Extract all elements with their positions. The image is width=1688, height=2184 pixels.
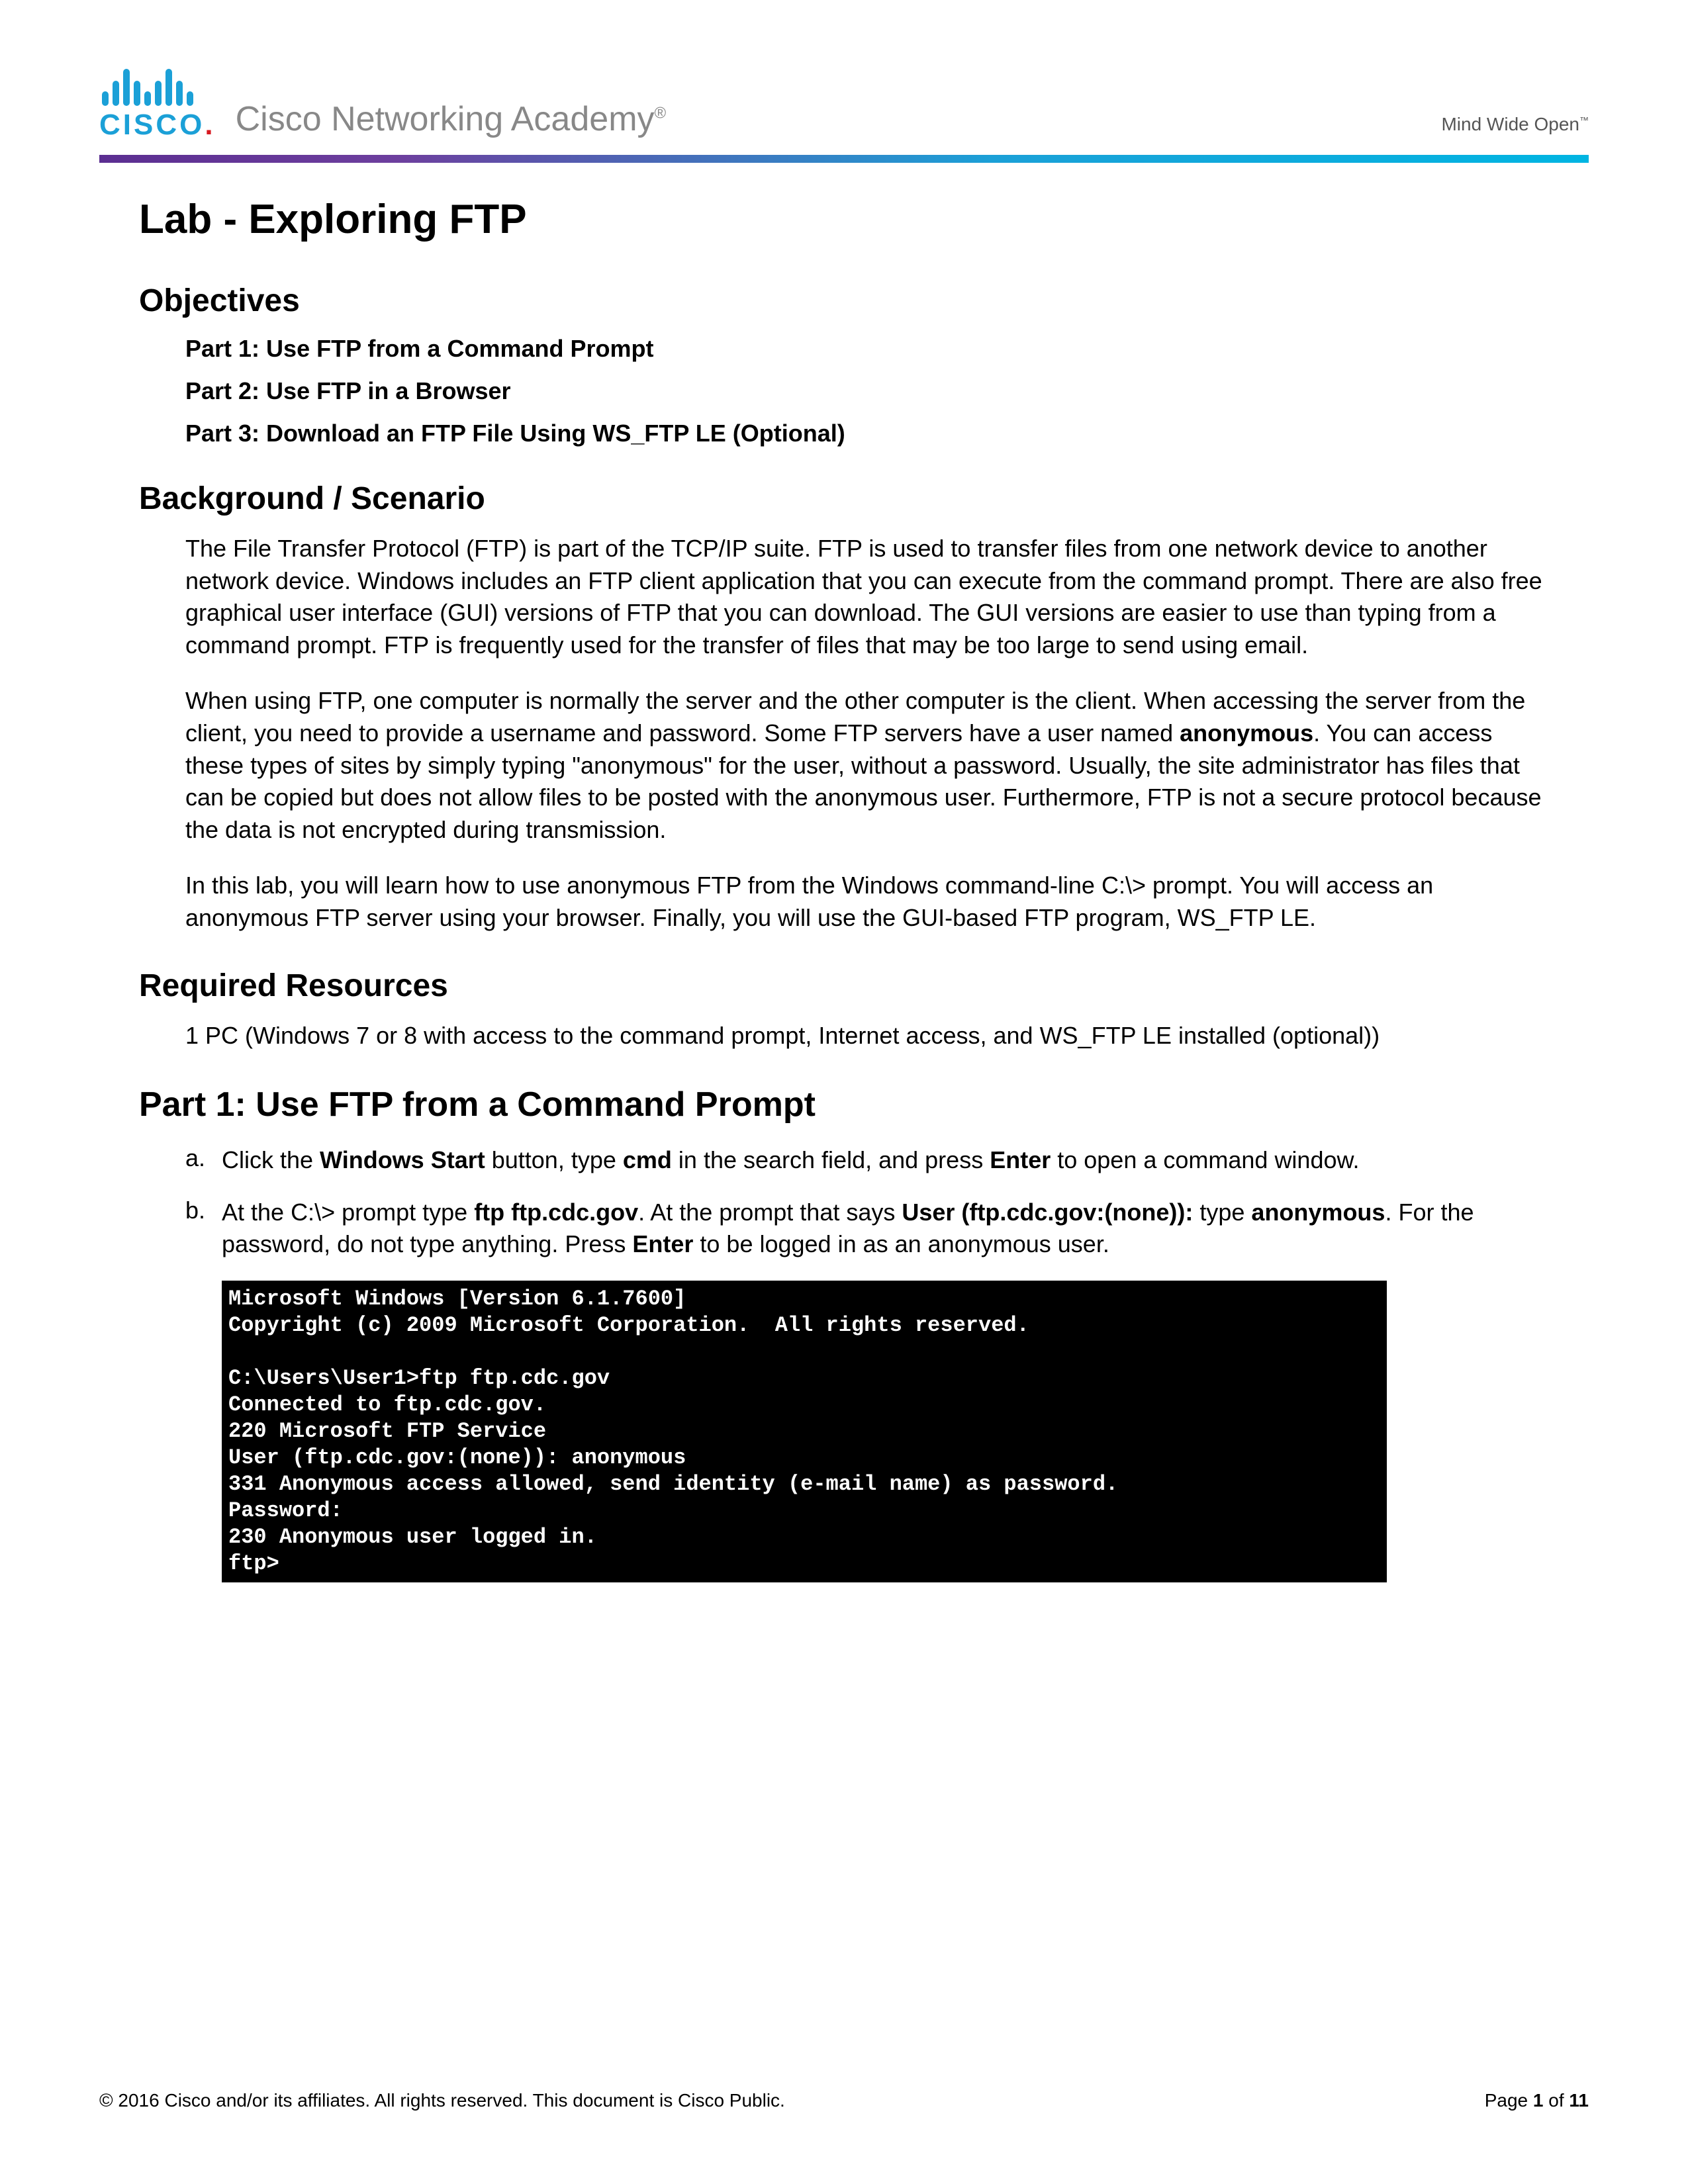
cisco-bars-icon	[102, 66, 193, 106]
page-number: Page 1 of 11	[1485, 2090, 1589, 2111]
step-text: At the C:\> prompt type ftp ftp.cdc.gov.…	[222, 1197, 1549, 1261]
part1-heading: Part 1: Use FTP from a Command Prompt	[139, 1085, 1549, 1124]
step-text: Click the Windows Start button, type cmd…	[222, 1144, 1549, 1177]
objective-item: Part 1: Use FTP from a Command Prompt	[185, 335, 1549, 363]
paragraph-text: The File Transfer Protocol (FTP) is part…	[185, 533, 1549, 661]
logo-block: CISCO. Cisco Networking Academy®	[99, 66, 666, 142]
copyright-text: © 2016 Cisco and/or its affiliates. All …	[99, 2090, 785, 2111]
background-heading: Background / Scenario	[139, 480, 1549, 517]
step-marker: b.	[185, 1197, 222, 1261]
objective-item: Part 2: Use FTP in a Browser	[185, 377, 1549, 405]
step-b: b. At the C:\> prompt type ftp ftp.cdc.g…	[185, 1197, 1549, 1261]
cisco-wordmark: CISCO.	[99, 109, 216, 142]
resources-heading: Required Resources	[139, 968, 1549, 1004]
resources-text: 1 PC (Windows 7 or 8 with access to the …	[139, 1020, 1549, 1052]
terminal-output: Microsoft Windows [Version 6.1.7600] Cop…	[222, 1281, 1387, 1582]
background-paragraph: When using FTP, one computer is normally…	[139, 685, 1549, 846]
page-header: CISCO. Cisco Networking Academy® Mind Wi…	[99, 66, 1589, 155]
objectives-heading: Objectives	[139, 283, 1549, 319]
background-paragraph: In this lab, you will learn how to use a…	[139, 870, 1549, 934]
paragraph-text: In this lab, you will learn how to use a…	[185, 870, 1549, 934]
page-footer: © 2016 Cisco and/or its affiliates. All …	[99, 2090, 1589, 2111]
background-paragraph: The File Transfer Protocol (FTP) is part…	[139, 533, 1549, 661]
paragraph-text: When using FTP, one computer is normally…	[185, 685, 1549, 846]
step-a: a. Click the Windows Start button, type …	[185, 1144, 1549, 1177]
academy-title: Cisco Networking Academy®	[236, 99, 667, 142]
step-marker: a.	[185, 1144, 222, 1177]
paragraph-text: 1 PC (Windows 7 or 8 with access to the …	[185, 1020, 1549, 1052]
cisco-logo: CISCO.	[99, 66, 216, 142]
objectives-list: Part 1: Use FTP from a Command Prompt Pa…	[139, 335, 1549, 447]
divider-gradient	[99, 155, 1589, 163]
lab-title: Lab - Exploring FTP	[139, 196, 1549, 243]
objective-item: Part 3: Download an FTP File Using WS_FT…	[185, 420, 1549, 447]
tagline: Mind Wide Open™	[1441, 114, 1589, 142]
